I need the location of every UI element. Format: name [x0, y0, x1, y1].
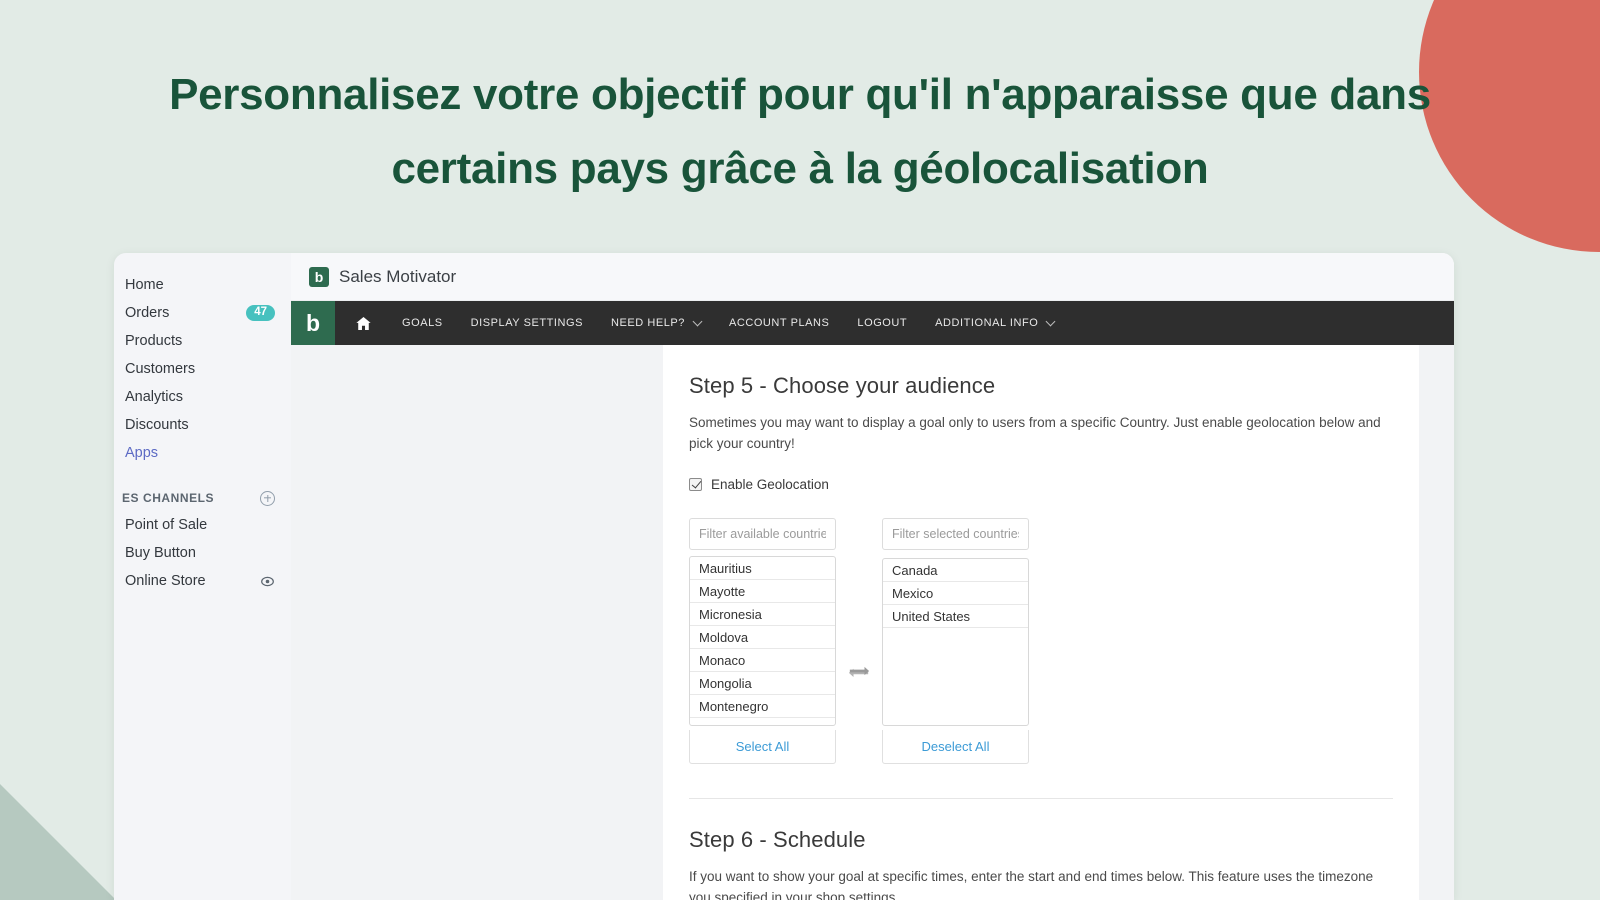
sidebar-item-label: Customers [125, 361, 196, 377]
add-channel-icon[interactable] [260, 490, 275, 506]
content-left-gutter [291, 345, 663, 900]
orders-count-badge: 47 [246, 304, 275, 322]
app-logo-icon: b [309, 266, 329, 287]
selected-countries-list[interactable]: Canada Mexico United States [882, 557, 1029, 726]
sidebar-item-customers[interactable]: Customers [114, 355, 291, 383]
sidebar-item-label: Orders [125, 305, 170, 321]
nav-item-label: GOALS [402, 317, 443, 329]
sidebar-item-orders[interactable]: Orders 47 [114, 299, 291, 327]
sidebar-item-label: Discounts [125, 417, 189, 433]
nav-item-label: NEED HELP? [610, 317, 685, 329]
content-right-gutter [1419, 345, 1454, 900]
list-item[interactable]: Moldova [690, 626, 835, 649]
nav-item-label: LOGOUT [857, 317, 908, 329]
sidebar-item-label: Products [125, 333, 183, 349]
available-countries-filter-input[interactable] [689, 517, 836, 550]
select-all-button[interactable]: Select All [689, 729, 836, 764]
sidebar-item-label: Home [125, 277, 164, 293]
step-6-description: If you want to show your goal at specifi… [689, 868, 1374, 900]
app-title: Sales Motivator [339, 266, 457, 286]
sidebar-item-label: Point of Sale [125, 517, 208, 533]
step-5-section: Step 5 - Choose your audience Sometimes … [689, 345, 1393, 798]
eye-icon[interactable] [260, 574, 275, 589]
sidebar-item-label: Analytics [125, 389, 184, 405]
chevron-down-icon [1045, 316, 1056, 326]
selected-countries-filter-input[interactable] [882, 517, 1029, 550]
nav-item-label: ADDITIONAL INFO [935, 317, 1039, 329]
nav-item-need-help[interactable]: NEED HELP? [597, 301, 715, 345]
step-6-section: Step 6 - Schedule If you want to show yo… [689, 797, 1393, 900]
list-item[interactable]: Canada [883, 559, 1028, 582]
app-navigation-bar: b GOALS DISPLAY SETTINGS NEED HELP? ACCO… [291, 301, 1454, 345]
step-5-description: Sometimes you may want to display a goal… [689, 415, 1381, 451]
available-countries-column: Mauritius Mayotte Micronesia Moldova Mon… [689, 517, 836, 764]
list-item[interactable]: Montenegro [690, 695, 835, 718]
list-item[interactable]: Mayotte [690, 580, 835, 603]
nav-home-icon[interactable] [335, 301, 388, 345]
app-content-area: Step 5 - Choose your audience Sometimes … [291, 345, 1454, 900]
step-5-title: Step 5 - Choose your audience [689, 373, 996, 398]
enable-geolocation-row[interactable]: Enable Geolocation [689, 477, 1393, 492]
content-column: Step 5 - Choose your audience Sometimes … [663, 345, 1419, 900]
nav-item-display-settings[interactable]: DISPLAY SETTINGS [457, 301, 597, 345]
sidebar-item-label: Apps [125, 445, 159, 461]
selected-countries-column: Canada Mexico United States Deselect All [882, 517, 1029, 764]
home-icon [356, 316, 371, 330]
nav-item-goals[interactable]: GOALS [388, 301, 457, 345]
list-item[interactable]: Mexico [883, 582, 1028, 605]
available-countries-list[interactable]: Mauritius Mayotte Micronesia Moldova Mon… [689, 555, 836, 726]
step-6-title: Step 6 - Schedule [689, 826, 866, 852]
country-dual-list: Mauritius Mayotte Micronesia Moldova Mon… [689, 517, 1393, 764]
enable-geolocation-label: Enable Geolocation [711, 476, 829, 492]
sidebar-section-label: ES CHANNELS [122, 491, 215, 505]
sidebar-item-apps[interactable]: Apps [114, 439, 291, 467]
sidebar-item-discounts[interactable]: Discounts [114, 411, 291, 439]
sidebar-item-online-store[interactable]: Online Store [114, 567, 291, 595]
swap-arrows-icon[interactable] [836, 664, 882, 679]
sidebar-item-home[interactable]: Home [114, 271, 291, 299]
sidebar-section-sales-channels: ES CHANNELS [114, 485, 291, 511]
app-titlebar: b Sales Motivator [291, 253, 1454, 301]
list-item[interactable]: Monaco [690, 649, 835, 672]
admin-sidebar: Home Orders 47 Products Customers Analyt… [114, 253, 291, 900]
list-item[interactable]: United States [883, 605, 1028, 628]
admin-window: Home Orders 47 Products Customers Analyt… [114, 253, 1454, 900]
sidebar-item-label: Buy Button [125, 545, 196, 561]
sidebar-item-analytics[interactable]: Analytics [114, 383, 291, 411]
nav-item-additional-info[interactable]: ADDITIONAL INFO [921, 301, 1068, 345]
page-headline: Personnalisez votre objectif pour qu'il … [169, 70, 1431, 193]
list-item-partial[interactable]: Montserrat [690, 718, 835, 725]
nav-item-label: DISPLAY SETTINGS [470, 317, 583, 329]
embedded-app-panel: b Sales Motivator b GOALS DISPLAY SETTIN… [291, 253, 1454, 900]
chevron-down-icon [692, 316, 703, 326]
nav-item-logout[interactable]: LOGOUT [843, 301, 921, 345]
nav-item-account-plans[interactable]: ACCOUNT PLANS [715, 301, 843, 345]
nav-item-label: ACCOUNT PLANS [728, 317, 830, 329]
sidebar-item-label: Online Store [125, 573, 206, 589]
decorative-triangle [0, 784, 116, 900]
enable-geolocation-checkbox[interactable] [689, 477, 702, 491]
sidebar-item-point-of-sale[interactable]: Point of Sale [114, 511, 291, 539]
app-nav-logo-icon[interactable]: b [291, 301, 335, 345]
list-item[interactable]: Micronesia [690, 603, 835, 626]
list-item[interactable]: Mongolia [690, 672, 835, 695]
list-item[interactable]: Mauritius [690, 557, 835, 580]
deselect-all-button[interactable]: Deselect All [882, 729, 1029, 764]
sidebar-item-buy-button[interactable]: Buy Button [114, 539, 291, 567]
sidebar-item-products[interactable]: Products [114, 327, 291, 355]
